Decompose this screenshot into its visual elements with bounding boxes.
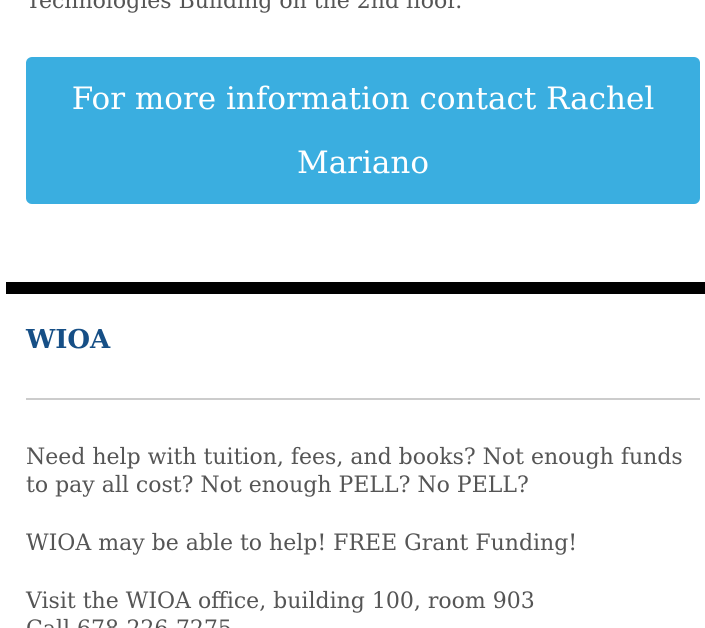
heading-underline-divider [26,398,700,400]
wioa-heading: WIOA [26,325,111,355]
location-text: Technologies Building on the 2nd floor. [26,0,463,14]
wioa-paragraph-tuition-help: Need help with tuition, fees, and books?… [26,445,683,498]
visit-office-line: Visit the WIOA office, building 100, roo… [26,589,535,614]
wioa-paragraph-visit-office: Visit the WIOA office, building 100, roo… [26,588,696,628]
contact-button-label: For more information contact Rachel Mari… [71,80,655,181]
wioa-paragraph-free-grant: WIOA may be able to help! FREE Grant Fun… [26,531,578,556]
section-divider-black [6,282,705,294]
call-phone-line: Call 678-226-7275 [26,617,232,628]
contact-rachel-mariano-button[interactable]: For more information contact Rachel Mari… [26,57,700,204]
